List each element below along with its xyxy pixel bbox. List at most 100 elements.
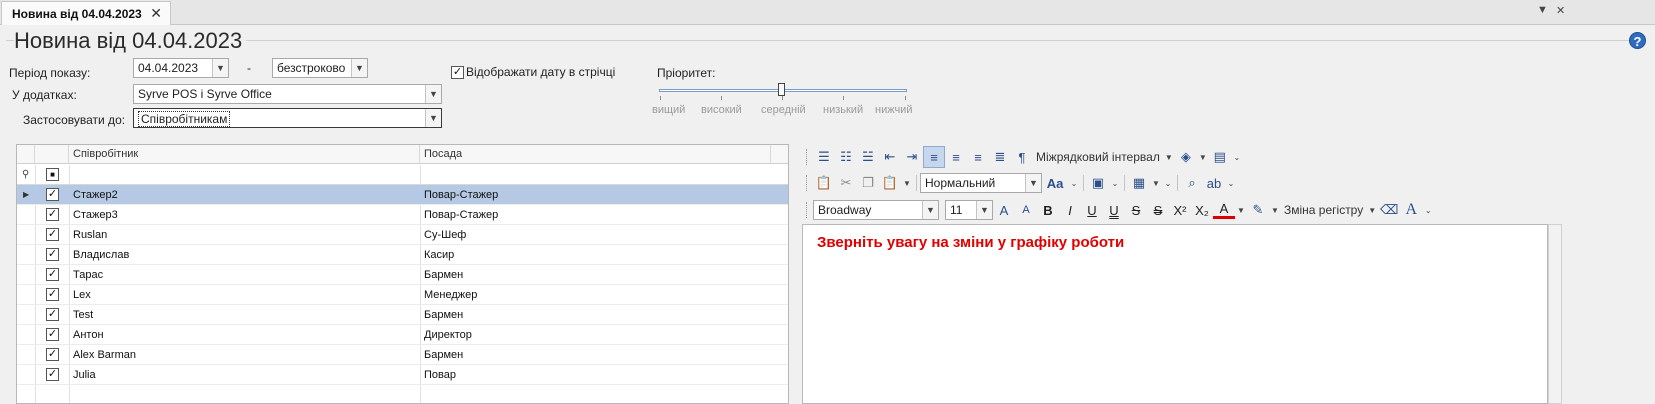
cut-icon[interactable]: ✂ [835, 172, 857, 194]
help-icon[interactable]: ? [1629, 32, 1646, 49]
chevron-down-icon[interactable]: ⌄ [1422, 206, 1434, 215]
row-checkbox[interactable]: ✓ [46, 188, 59, 201]
table-row[interactable]: ✓ Антон Директор [17, 325, 788, 345]
decrease-indent-icon[interactable]: ⇤ [879, 146, 901, 168]
select-all-checkbox[interactable]: ■ [46, 168, 59, 181]
chevron-down-icon[interactable]: ▼ [1269, 206, 1281, 215]
font-dialog-icon[interactable]: A [1400, 199, 1422, 221]
date-from-picker[interactable]: 04.04.2023 ▼ [133, 58, 229, 78]
table-row[interactable]: ✓ Test Бармен [17, 305, 788, 325]
filter-row[interactable]: ⚲ ■ [17, 165, 788, 185]
row-checkbox[interactable]: ✓ [46, 348, 59, 361]
chevron-down-icon[interactable]: ▼ [1197, 153, 1209, 162]
row-checkbox[interactable]: ✓ [46, 228, 59, 241]
chevron-down-icon[interactable]: ▼ [425, 109, 441, 127]
table-row[interactable]: ▶ ✓ Стажер2 Повар-Стажер [17, 185, 788, 205]
clear-formatting-icon[interactable]: ⌫ [1378, 199, 1400, 221]
underline-icon[interactable]: U [1081, 199, 1103, 221]
chevron-down-icon[interactable]: ▼ [351, 59, 367, 77]
text-effects-icon[interactable]: Aa [1042, 172, 1068, 194]
column-header-position[interactable]: Посада [420, 145, 771, 164]
shading-icon[interactable]: ◈ [1175, 146, 1197, 168]
increase-indent-icon[interactable]: ⇥ [901, 146, 923, 168]
strikethrough-icon[interactable]: S [1125, 199, 1147, 221]
apps-label: У додатках: [12, 88, 77, 102]
row-checkbox[interactable]: ✓ [46, 328, 59, 341]
copy-icon[interactable]: ❐ [857, 172, 879, 194]
numbered-list-icon[interactable]: ☷ [835, 146, 857, 168]
table-row[interactable]: ✓ Alex Barman Бармен [17, 345, 788, 365]
align-center-icon[interactable]: ≡ [945, 146, 967, 168]
chevron-down-icon[interactable]: ▼ [901, 179, 913, 188]
chevron-down-icon[interactable]: ▼ [1025, 174, 1041, 192]
bullet-list-icon[interactable]: ☰ [813, 146, 835, 168]
tab-close-icon[interactable]: ✕ [150, 5, 162, 22]
pilcrow-icon[interactable]: ¶ [1011, 146, 1033, 168]
double-strikethrough-icon[interactable]: S [1147, 199, 1169, 221]
chevron-down-icon[interactable]: ⌄ [1231, 153, 1243, 162]
shrink-font-icon[interactable]: A [1015, 199, 1037, 221]
table-row[interactable]: ✓ Тарас Бармен [17, 265, 788, 285]
table-row[interactable]: ✓ Julia Повар [17, 365, 788, 385]
font-select[interactable]: Broadway ▼ [813, 200, 939, 220]
row-checkbox[interactable]: ✓ [46, 248, 59, 261]
italic-icon[interactable]: I [1059, 199, 1081, 221]
justify-icon[interactable]: ≣ [989, 146, 1011, 168]
bold-icon[interactable]: B [1037, 199, 1059, 221]
check-column-header[interactable] [35, 145, 69, 164]
column-header-employee[interactable]: Співробітник [69, 145, 420, 164]
chevron-down-icon[interactable]: ⌄ [1162, 179, 1174, 188]
chevron-down-icon[interactable]: ⌄ [1068, 179, 1080, 188]
chevron-down-icon[interactable]: ▼ [1163, 153, 1175, 162]
editor-scrollbar[interactable] [1548, 224, 1562, 404]
align-left-icon[interactable]: ≡ [923, 146, 945, 168]
chevron-down-icon[interactable]: ▼ [425, 85, 441, 103]
date-to-picker[interactable]: безстроково ▼ [272, 58, 368, 78]
font-color-icon[interactable]: A [1213, 201, 1235, 219]
chevron-down-icon[interactable]: ▼ [1150, 179, 1162, 188]
row-checkbox[interactable]: ✓ [46, 268, 59, 281]
chevron-down-icon[interactable]: ▼ [1235, 206, 1247, 215]
rich-text-editor[interactable]: Зверніть увагу на зміни у графіку роботи [802, 224, 1548, 404]
paste-icon[interactable]: 📋 [813, 172, 835, 194]
row-checkbox[interactable]: ✓ [46, 368, 59, 381]
highlight-icon[interactable]: ✎ [1247, 199, 1269, 221]
paste-special-icon[interactable]: 📋 [879, 172, 901, 194]
align-right-icon[interactable]: ≡ [967, 146, 989, 168]
tab-list-dropdown-icon[interactable]: ▼ [1537, 4, 1548, 16]
table-row[interactable]: ✓ Ruslan Су-Шеф [17, 225, 788, 245]
table-row[interactable]: ✓ Lex Менеджер [17, 285, 788, 305]
chevron-down-icon[interactable]: ⌄ [1109, 179, 1121, 188]
apps-select[interactable]: Syrve POS і Syrve Office ▼ [133, 84, 442, 104]
font-size-select[interactable]: 11 ▼ [945, 200, 993, 220]
chevron-down-icon[interactable]: ⌄ [1225, 179, 1237, 188]
change-case-button[interactable]: Зміна регістру [1281, 203, 1366, 217]
editor-content[interactable]: Зверніть увагу на зміни у графіку роботи [817, 234, 1124, 251]
window-close-icon[interactable]: ✕ [1556, 4, 1565, 17]
row-checkbox[interactable]: ✓ [46, 208, 59, 221]
multilevel-list-icon[interactable]: ☱ [857, 146, 879, 168]
line-spacing-button[interactable]: Міжрядковий інтервал [1033, 150, 1163, 164]
table-icon[interactable]: ▦ [1128, 172, 1150, 194]
find-icon[interactable]: ⌕ [1181, 172, 1203, 194]
chevron-down-icon[interactable]: ▼ [212, 59, 228, 77]
superscript-icon[interactable]: X² [1169, 199, 1191, 221]
row-checkbox[interactable]: ✓ [46, 308, 59, 321]
chevron-down-icon[interactable]: ▼ [1366, 206, 1378, 215]
show-date-checkbox[interactable]: ✓ [451, 66, 464, 79]
row-checkbox[interactable]: ✓ [46, 288, 59, 301]
replace-icon[interactable]: ab [1203, 172, 1225, 194]
priority-slider-thumb[interactable] [778, 83, 785, 96]
subscript-icon[interactable]: X₂ [1191, 199, 1213, 221]
table-row[interactable]: ✓ Владислав Касир [17, 245, 788, 265]
table-row[interactable]: ✓ Стажер3 Повар-Стажер [17, 205, 788, 225]
text-box-icon[interactable]: ▣ [1087, 172, 1109, 194]
grow-font-icon[interactable]: A [993, 199, 1015, 221]
tab-news[interactable]: Новина від 04.04.2023 ✕ [1, 1, 171, 25]
style-select[interactable]: Нормальний ▼ [920, 173, 1042, 193]
chevron-down-icon[interactable]: ▼ [922, 201, 938, 219]
paragraph-borders-icon[interactable]: ▤ [1209, 146, 1231, 168]
apply-to-select[interactable]: Співробітникам ▼ [133, 108, 442, 128]
double-underline-icon[interactable]: U [1103, 199, 1125, 221]
chevron-down-icon[interactable]: ▼ [976, 201, 992, 219]
